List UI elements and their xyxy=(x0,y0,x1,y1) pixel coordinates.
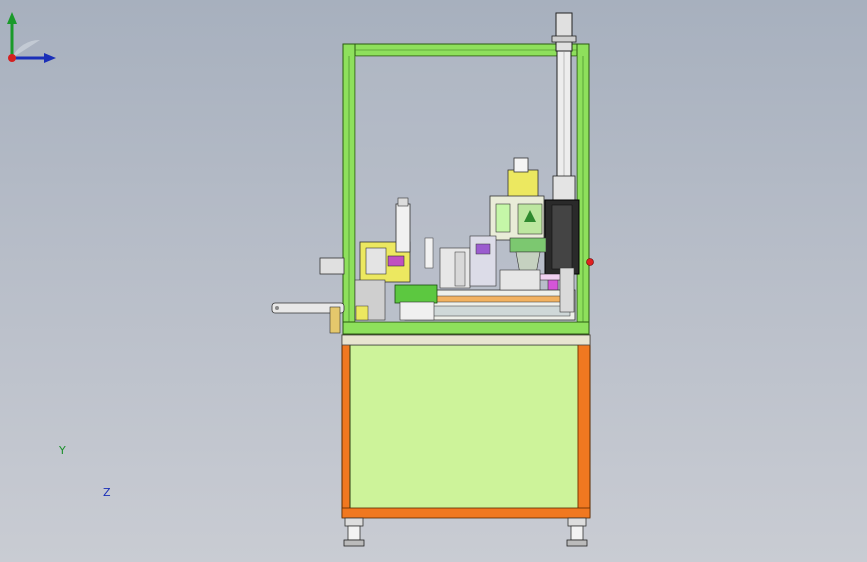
cad-viewport[interactable]: Y Z xyxy=(0,0,867,562)
base-cabinet[interactable] xyxy=(341,334,591,519)
axis-y-label: Y xyxy=(59,444,66,457)
side-feeder[interactable] xyxy=(271,257,345,334)
axis-z-label: Z xyxy=(103,486,111,499)
emergency-stop-icon[interactable] xyxy=(586,258,594,266)
leveling-feet xyxy=(343,517,588,547)
axis-triad-icon xyxy=(7,12,56,63)
machine-model[interactable] xyxy=(0,0,867,562)
